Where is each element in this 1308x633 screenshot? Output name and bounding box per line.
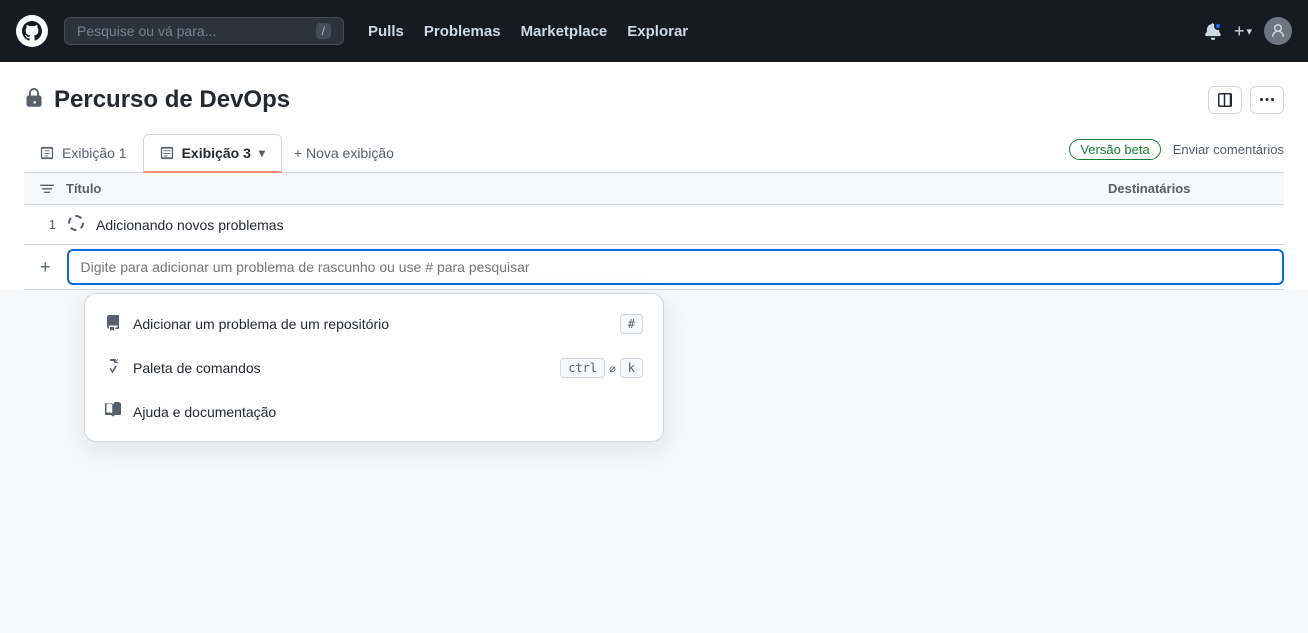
tab-exibicao1[interactable]: Exibição 1	[24, 135, 143, 173]
notification-dot	[1214, 22, 1222, 30]
repo-icon	[105, 315, 121, 334]
dropdown-item-add-repo-issue[interactable]: Adicionar um problema de um repositório …	[85, 302, 663, 346]
dropdown-label-help-docs: Ajuda e documentação	[133, 404, 643, 420]
user-avatar-menu[interactable]	[1264, 17, 1292, 45]
issue-draft-icon	[68, 215, 84, 234]
layout-button[interactable]	[1208, 86, 1242, 114]
search-placeholder: Pesquise ou vá para...	[77, 23, 308, 39]
kbd-ctrl: ctrl	[560, 358, 605, 378]
tabs-bar: Exibição 1 Exibição 3 ▾ + Nova exibição …	[24, 134, 1284, 173]
page-header-actions	[1208, 86, 1284, 114]
nav-explorar[interactable]: Explorar	[627, 23, 688, 40]
lightning-icon	[105, 359, 121, 378]
kbd-separator: ⌀	[609, 362, 616, 375]
dropdown-kbd-command-palette: ctrl ⌀ k	[560, 358, 643, 378]
dropdown-label-command-palette: Paleta de comandos	[133, 360, 548, 376]
create-new-button[interactable]: + ▾	[1234, 21, 1252, 42]
nav-problemas[interactable]: Problemas	[424, 23, 501, 40]
page-header: Percurso de DevOps	[24, 86, 1284, 114]
notifications-button[interactable]	[1204, 22, 1222, 40]
nav-marketplace[interactable]: Marketplace	[521, 23, 608, 40]
add-row: + Adicionar um problema de um repositóri…	[24, 245, 1284, 290]
add-item-dropdown: Adicionar um problema de um repositório …	[84, 293, 664, 442]
table-row: 1 Adicionando novos problemas	[24, 205, 1284, 245]
dropdown-item-command-palette[interactable]: Paleta de comandos ctrl ⌀ k	[85, 346, 663, 390]
row-title[interactable]: Adicionando novos problemas	[96, 217, 1096, 233]
more-options-button[interactable]	[1250, 86, 1284, 114]
feedback-link[interactable]: Enviar comentários	[1173, 142, 1284, 157]
filter-icon[interactable]	[40, 182, 54, 196]
add-item-plus[interactable]: +	[24, 247, 67, 288]
tabs-right: Versão beta Enviar comentários	[1069, 139, 1284, 168]
dropdown-item-help-docs[interactable]: Ajuda e documentação	[85, 390, 663, 433]
tab-dropdown-chevron[interactable]: ▾	[259, 146, 265, 160]
dropdown-label-add-repo-issue: Adicionar um problema de um repositório	[133, 316, 608, 332]
search-kbd-hint: /	[316, 23, 331, 39]
col-title-header: Título	[66, 181, 1096, 196]
col-assignees-header: Destinatários	[1108, 181, 1268, 196]
top-navigation: Pesquise ou vá para... / Pulls Problemas…	[0, 0, 1308, 62]
global-search[interactable]: Pesquise ou vá para... /	[64, 17, 344, 45]
kbd-hash: #	[620, 314, 643, 334]
beta-badge[interactable]: Versão beta	[1069, 139, 1160, 160]
row-number: 1	[40, 217, 56, 232]
add-view-button[interactable]: + Nova exibição	[282, 135, 406, 171]
book-icon	[105, 402, 121, 421]
main-content: Percurso de DevOps Exibição 1 Exibição 3…	[0, 62, 1308, 290]
tab-exibicao1-label: Exibição 1	[62, 145, 127, 161]
page-header-left: Percurso de DevOps	[24, 86, 290, 114]
tab-exibicao3[interactable]: Exibição 3 ▾	[143, 134, 282, 173]
table-header: Título Destinatários	[24, 173, 1284, 205]
page-title: Percurso de DevOps	[54, 86, 290, 114]
tab-exibicao3-label: Exibição 3	[182, 145, 251, 161]
nav-pulls[interactable]: Pulls	[368, 23, 404, 40]
add-item-input[interactable]	[67, 249, 1284, 285]
nav-links: Pulls Problemas Marketplace Explorar	[368, 23, 688, 40]
kbd-k: k	[620, 358, 643, 378]
github-logo[interactable]	[16, 15, 48, 47]
dropdown-kbd-add-repo: #	[620, 314, 643, 334]
topnav-right-actions: + ▾	[1204, 17, 1292, 45]
lock-icon	[24, 88, 44, 113]
